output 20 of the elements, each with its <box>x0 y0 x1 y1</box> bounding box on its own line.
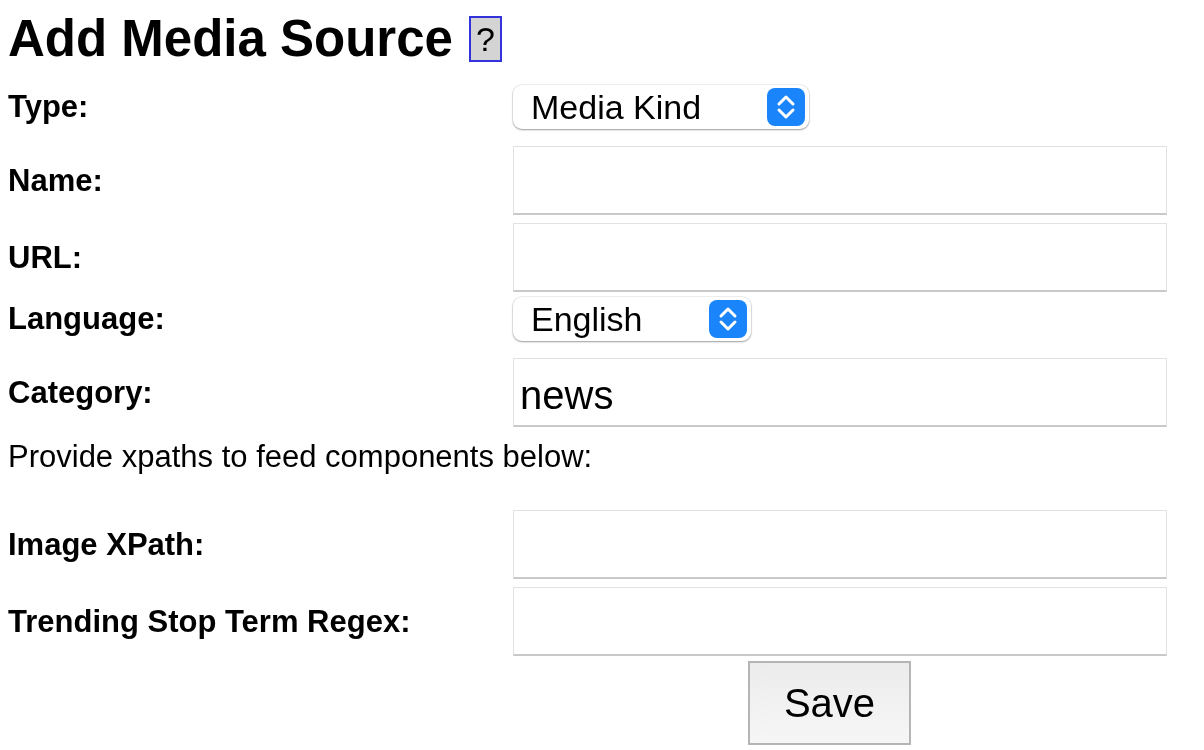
field-label: Language: <box>8 300 166 338</box>
field-label: URL: <box>8 238 84 277</box>
field-label: Name: <box>8 161 104 200</box>
input-field[interactable]: news <box>513 358 1167 427</box>
instruction-text: Provide xpaths to feed components below: <box>8 438 594 476</box>
field-label: Type: <box>8 88 90 126</box>
input-field[interactable] <box>513 510 1167 579</box>
input-field[interactable] <box>513 223 1167 292</box>
dropdown-arrows-icon <box>767 88 806 126</box>
input-field[interactable] <box>513 146 1167 215</box>
input-field[interactable] <box>513 587 1167 656</box>
select-field[interactable]: English <box>513 297 751 341</box>
page-title: Add Media Source <box>8 9 453 69</box>
save-button[interactable]: Save <box>748 661 911 745</box>
help-button[interactable]: ? <box>468 16 502 62</box>
select-field[interactable]: Media Kind <box>513 85 810 129</box>
field-label: Image XPath: <box>8 525 206 564</box>
field-label: Category: <box>8 373 154 412</box>
dropdown-arrows-icon <box>708 300 747 338</box>
field-label: Trending Stop Term Regex: <box>8 602 412 641</box>
